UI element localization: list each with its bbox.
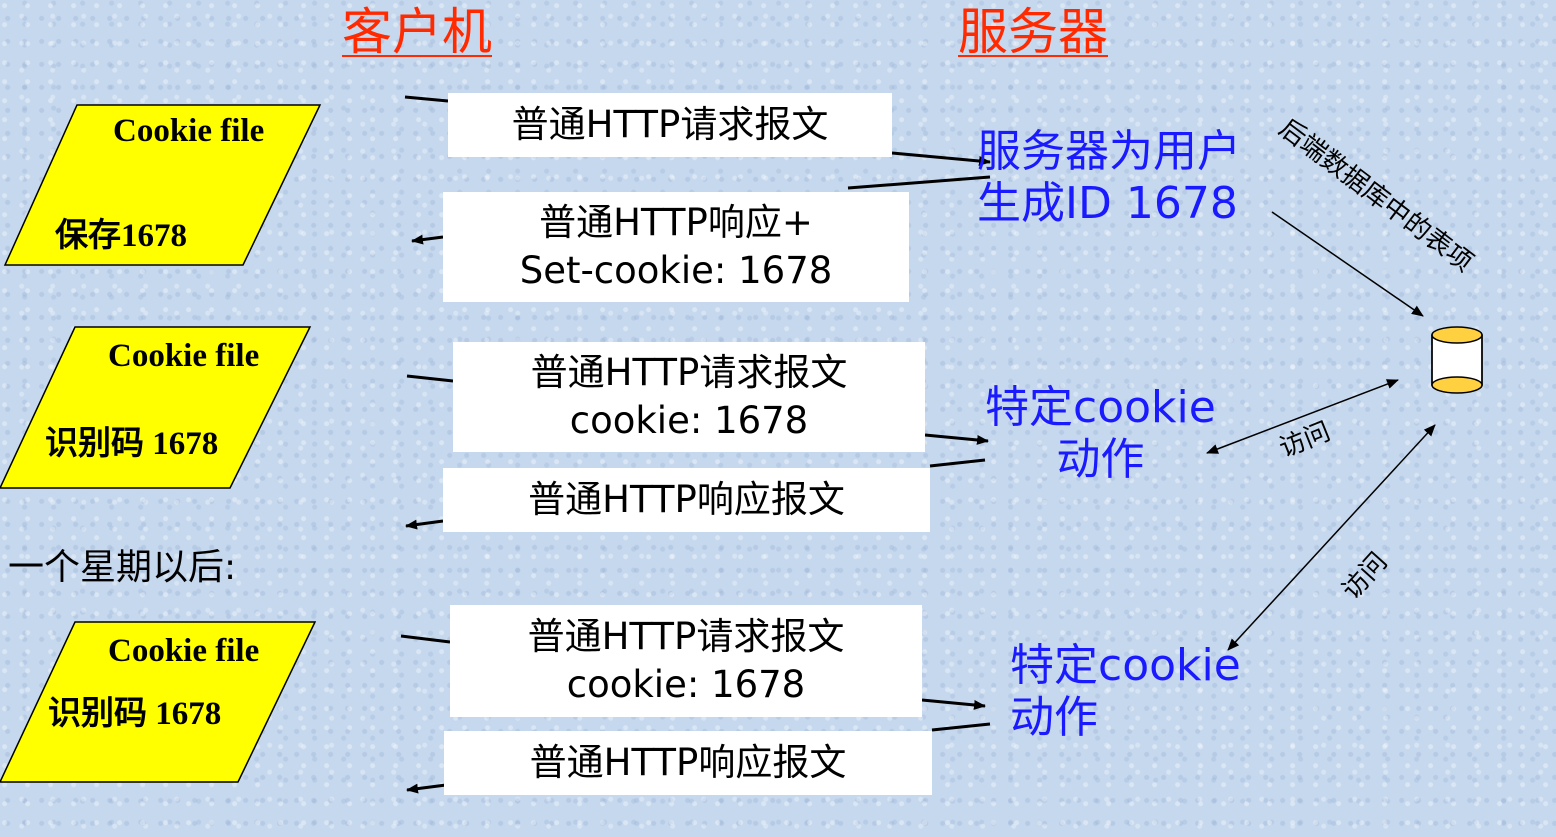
http-response-message-3: 普通HTTP响应报文 <box>444 731 932 795</box>
action-2-line-2: 动作 <box>1010 692 1098 743</box>
request-arrow-1-head <box>891 151 991 166</box>
action-1-line-1: 特定cookie <box>985 382 1216 433</box>
http-request-message-1: 普通HTTP请求报文 <box>448 93 892 157</box>
cookie-file-content-1: 保存1678 <box>55 218 187 254</box>
database-icon <box>1431 326 1483 394</box>
response-arrow-2-head <box>405 519 444 530</box>
cookie-file-content-2: 识别码 1678 <box>45 426 219 462</box>
request-2-line-1: 普通HTTP请求报文 <box>530 351 848 394</box>
request-1-text: 普通HTTP请求报文 <box>511 103 829 146</box>
request-2-line-2: cookie: 1678 <box>569 399 809 442</box>
response-2-text: 普通HTTP响应报文 <box>528 478 845 521</box>
http-request-message-3: 普通HTTP请求报文 cookie: 1678 <box>450 605 922 717</box>
response-arrow-1-head <box>411 234 444 245</box>
request-3-line-2: cookie: 1678 <box>566 663 806 706</box>
one-week-later-label: 一个星期以后: <box>8 547 237 588</box>
response-arrow-2 <box>929 458 986 468</box>
create-id-line-2: 生成ID 1678 <box>977 178 1238 229</box>
server-cookie-action-1: 特定cookie 动作 <box>985 382 1216 486</box>
access-arrow-2 <box>1227 424 1436 651</box>
response-1-line-1: 普通HTTP响应+ <box>539 201 813 244</box>
request-3-line-1: 普通HTTP请求报文 <box>527 615 845 658</box>
cookie-file-content-3: 识别码 1678 <box>48 696 222 732</box>
response-arrow-1 <box>847 175 991 190</box>
request-arrow-2 <box>406 374 454 383</box>
response-arrow-3-head <box>406 783 447 794</box>
request-arrow-3-head <box>921 698 986 710</box>
request-arrow-2-head <box>924 433 989 445</box>
http-request-message-2: 普通HTTP请求报文 cookie: 1678 <box>453 342 925 452</box>
response-1-line-2: Set-cookie: 1678 <box>519 249 833 292</box>
server-create-id-note: 服务器为用户 生成ID 1678 <box>977 126 1241 230</box>
response-arrow-3 <box>931 722 991 732</box>
http-response-message-1: 普通HTTP响应+ Set-cookie: 1678 <box>443 192 909 302</box>
cookie-file-title-3: Cookie file <box>108 633 260 669</box>
request-arrow-1 <box>404 95 449 103</box>
request-arrow-3 <box>400 634 451 644</box>
action-2-line-1: 特定cookie <box>1010 640 1241 691</box>
create-id-line-1: 服务器为用户 <box>977 126 1241 177</box>
http-response-message-2: 普通HTTP响应报文 <box>443 468 930 532</box>
cookie-file-title-1: Cookie file <box>113 113 265 149</box>
action-1-line-2: 动作 <box>1056 434 1145 485</box>
response-3-text: 普通HTTP响应报文 <box>529 741 847 784</box>
server-cookie-action-2: 特定cookie 动作 <box>1010 640 1241 744</box>
cookie-file-title-2: Cookie file <box>108 338 260 374</box>
